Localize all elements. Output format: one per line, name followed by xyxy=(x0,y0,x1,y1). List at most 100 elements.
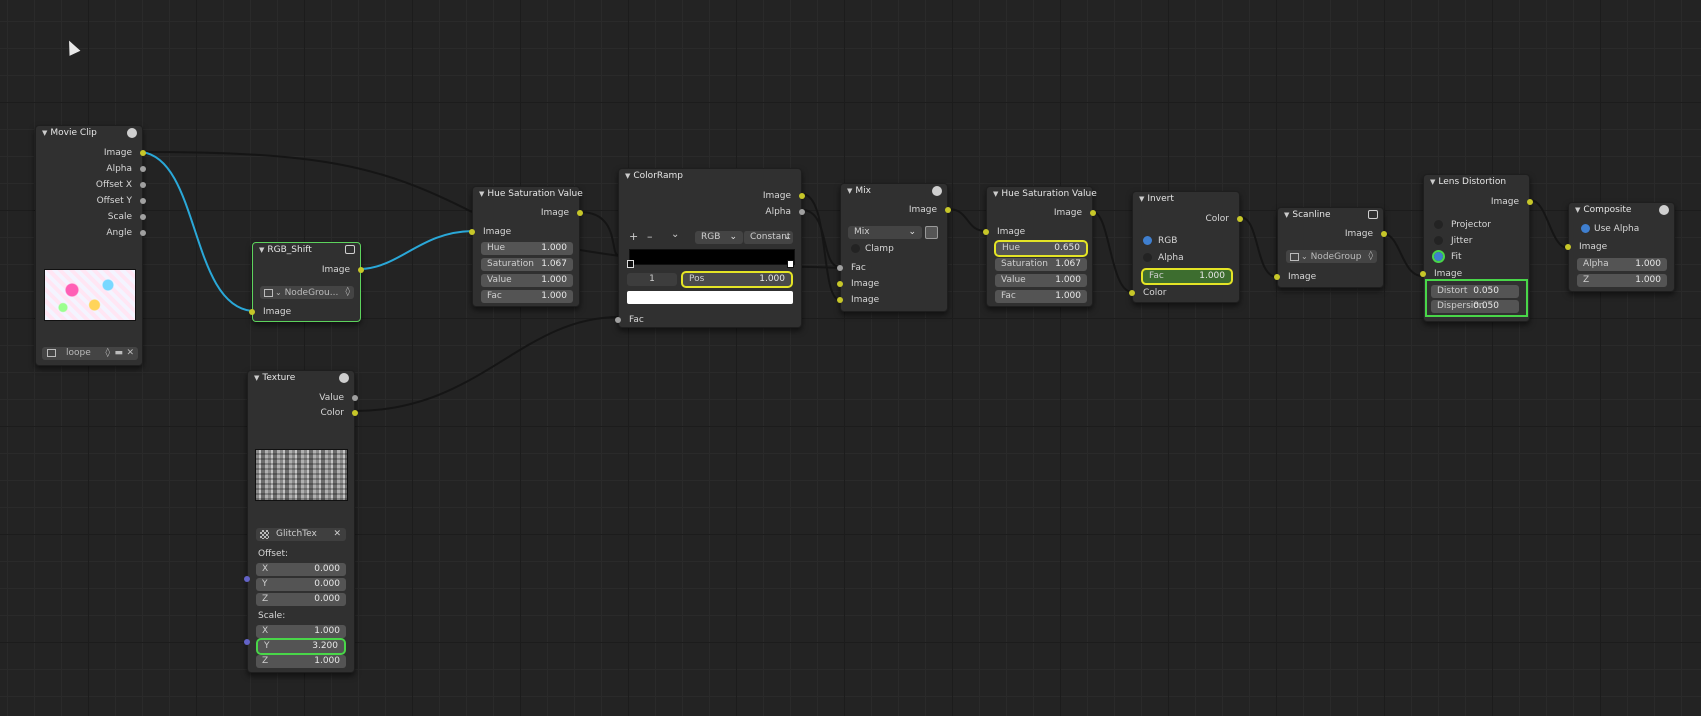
output-socket[interactable] xyxy=(140,150,146,156)
alpha-checkbox[interactable] xyxy=(1143,253,1152,262)
close-icon[interactable]: ✕ xyxy=(333,528,341,541)
output-socket[interactable] xyxy=(799,193,805,199)
offset-input-socket[interactable] xyxy=(244,576,250,582)
use-alpha-checkbox[interactable] xyxy=(1581,224,1590,233)
collapse-arrow-icon[interactable]: ▼ xyxy=(259,246,264,254)
value-field[interactable]: Value 1.000 xyxy=(995,274,1087,287)
color-ramp-bar[interactable] xyxy=(629,249,795,265)
shield-icon[interactable]: ◊ xyxy=(1369,250,1373,263)
collapse-arrow-icon[interactable]: ▼ xyxy=(993,190,998,198)
collapse-arrow-icon[interactable]: ▼ xyxy=(1139,195,1144,203)
projector-checkbox-row[interactable]: Projector xyxy=(1424,218,1529,232)
shield-icon[interactable]: ◊ xyxy=(346,286,350,299)
ramp-stop-right[interactable] xyxy=(787,260,794,268)
hue-field[interactable]: Hue 0.650 xyxy=(994,240,1088,257)
node-group-selector[interactable]: ⌄ NodeGrou... ◊ xyxy=(260,286,354,299)
lens-distortion-node[interactable]: ▼ Lens Distortion Image Projector Jitter … xyxy=(1420,174,1533,322)
clamp-checkbox-row[interactable]: Clamp xyxy=(841,242,947,256)
stop-position-field[interactable]: Pos 1.000 xyxy=(681,271,793,288)
hue-field[interactable]: Hue 1.000 xyxy=(481,242,573,255)
fac-field[interactable]: Fac 1.000 xyxy=(1141,268,1233,285)
output-socket[interactable] xyxy=(1090,210,1096,216)
collapse-arrow-icon[interactable]: ▼ xyxy=(1430,178,1435,186)
output-socket[interactable] xyxy=(140,182,146,188)
jitter-checkbox[interactable] xyxy=(1434,236,1443,245)
collapse-arrow-icon[interactable]: ▼ xyxy=(625,172,630,180)
scale-x-field[interactable]: X 1.000 xyxy=(256,625,346,638)
ramp-menu-button[interactable]: ⌄ xyxy=(671,229,679,240)
remove-stop-button[interactable]: – xyxy=(647,230,653,243)
movie-clip-node[interactable]: ▼ Movie Clip Image Alpha Offset X Offset … xyxy=(35,125,146,366)
value-field[interactable]: Value 1.000 xyxy=(481,274,573,287)
add-stop-button[interactable]: + xyxy=(629,230,638,243)
shield-icon[interactable]: ◊ xyxy=(106,347,110,360)
rgb-shift-header[interactable]: ▼ RGB_Shift xyxy=(253,243,360,257)
output-socket[interactable] xyxy=(140,166,146,172)
color-mode-dropdown[interactable]: RGB ⌄ xyxy=(695,231,743,244)
offset-y-field[interactable]: Y 0.000 xyxy=(256,578,346,591)
jitter-checkbox-row[interactable]: Jitter xyxy=(1424,234,1529,248)
close-icon[interactable]: ✕ xyxy=(126,347,134,360)
output-socket[interactable] xyxy=(358,267,364,273)
output-socket[interactable] xyxy=(352,395,358,401)
rgb-checkbox-row[interactable]: RGB xyxy=(1133,234,1239,248)
output-socket[interactable] xyxy=(1237,216,1243,222)
hsv-header[interactable]: ▼ Hue Saturation Value xyxy=(473,187,583,201)
input-socket[interactable] xyxy=(983,229,989,235)
input-socket[interactable] xyxy=(1565,244,1571,250)
offset-x-field[interactable]: X 0.000 xyxy=(256,563,346,576)
composite-node[interactable]: ▼ Composite Use Alpha Image Alpha 1.000 Z 1… xyxy=(1565,202,1675,292)
clip-selector[interactable]: loope ◊ ▬ ✕ xyxy=(42,347,138,360)
rgb-shift-node[interactable]: ▼ RGB_Shift Image ⌄ NodeGrou... ◊ Image xyxy=(249,242,364,322)
input-socket[interactable] xyxy=(1274,274,1280,280)
fit-checkbox[interactable] xyxy=(1432,250,1445,263)
clamp-checkbox[interactable] xyxy=(851,244,860,253)
use-alpha-toggle-icon[interactable] xyxy=(925,226,938,239)
output-socket[interactable] xyxy=(1527,199,1533,205)
collapse-arrow-icon[interactable]: ▼ xyxy=(42,129,47,137)
output-socket[interactable] xyxy=(945,207,951,213)
saturation-field[interactable]: Saturation 1.067 xyxy=(481,258,573,271)
lens-distortion-header[interactable]: ▼ Lens Distortion xyxy=(1424,175,1529,189)
texture-selector[interactable]: GlitchTex ✕ xyxy=(256,528,346,541)
stop-color-swatch[interactable] xyxy=(627,291,793,304)
active-stop-index[interactable]: 1 xyxy=(627,273,677,286)
scale-input-socket[interactable] xyxy=(244,639,250,645)
movie-clip-header[interactable]: ▼ Movie Clip xyxy=(36,126,142,140)
hsv-header[interactable]: ▼ Hue Saturation Value xyxy=(987,187,1097,201)
scale-y-field[interactable]: Y 3.200 xyxy=(256,638,346,655)
output-socket[interactable] xyxy=(1381,231,1387,237)
alpha-field[interactable]: Alpha 1.000 xyxy=(1577,258,1667,271)
hue-saturation-value-node-1[interactable]: ▼ Hue Saturation Value Image Image Hue 1.0… xyxy=(469,186,583,307)
composite-header[interactable]: ▼ Composite xyxy=(1569,203,1674,217)
fac-field[interactable]: Fac 1.000 xyxy=(481,290,573,303)
alpha-checkbox-row[interactable]: Alpha xyxy=(1133,251,1239,265)
hue-saturation-value-node-2[interactable]: ▼ Hue Saturation Value Image Image Hue 0.6… xyxy=(983,186,1097,307)
collapse-arrow-icon[interactable]: ▼ xyxy=(847,187,852,195)
dispersion-field[interactable]: Dispersion 0.050 xyxy=(1431,300,1519,313)
collapse-arrow-icon[interactable]: ▼ xyxy=(1575,206,1580,214)
invert-header[interactable]: ▼ Invert xyxy=(1133,192,1239,206)
output-socket[interactable] xyxy=(140,214,146,220)
ramp-stop-left[interactable] xyxy=(627,260,634,268)
output-socket[interactable] xyxy=(799,209,805,215)
fac-field[interactable]: Fac 1.000 xyxy=(995,290,1087,303)
input-socket[interactable] xyxy=(249,309,255,315)
collapse-arrow-icon[interactable]: ▼ xyxy=(479,190,484,198)
node-group-selector[interactable]: ⌄ NodeGroup ◊ xyxy=(1286,250,1377,263)
use-alpha-checkbox-row[interactable]: Use Alpha xyxy=(1569,222,1674,236)
blend-mode-dropdown[interactable]: Mix ⌄ xyxy=(848,226,922,239)
scanline-header[interactable]: ▼ Scanline xyxy=(1278,208,1383,222)
rgb-checkbox[interactable] xyxy=(1143,236,1152,245)
output-socket[interactable] xyxy=(577,210,583,216)
colorramp-node[interactable]: ▼ ColorRamp Image Alpha + – ⌄ RGB ⌄ Consta… xyxy=(615,168,805,328)
input-socket[interactable] xyxy=(1129,290,1135,296)
output-socket[interactable] xyxy=(140,230,146,236)
saturation-field[interactable]: Saturation 1.067 xyxy=(995,258,1087,271)
input-socket[interactable] xyxy=(837,265,843,271)
colorramp-header[interactable]: ▼ ColorRamp xyxy=(619,169,801,183)
mix-node[interactable]: ▼ Mix Image Mix ⌄ Clamp Fac Image Image xyxy=(837,183,951,312)
offset-z-field[interactable]: Z 0.000 xyxy=(256,593,346,606)
input-socket[interactable] xyxy=(469,229,475,235)
output-socket[interactable] xyxy=(140,198,146,204)
